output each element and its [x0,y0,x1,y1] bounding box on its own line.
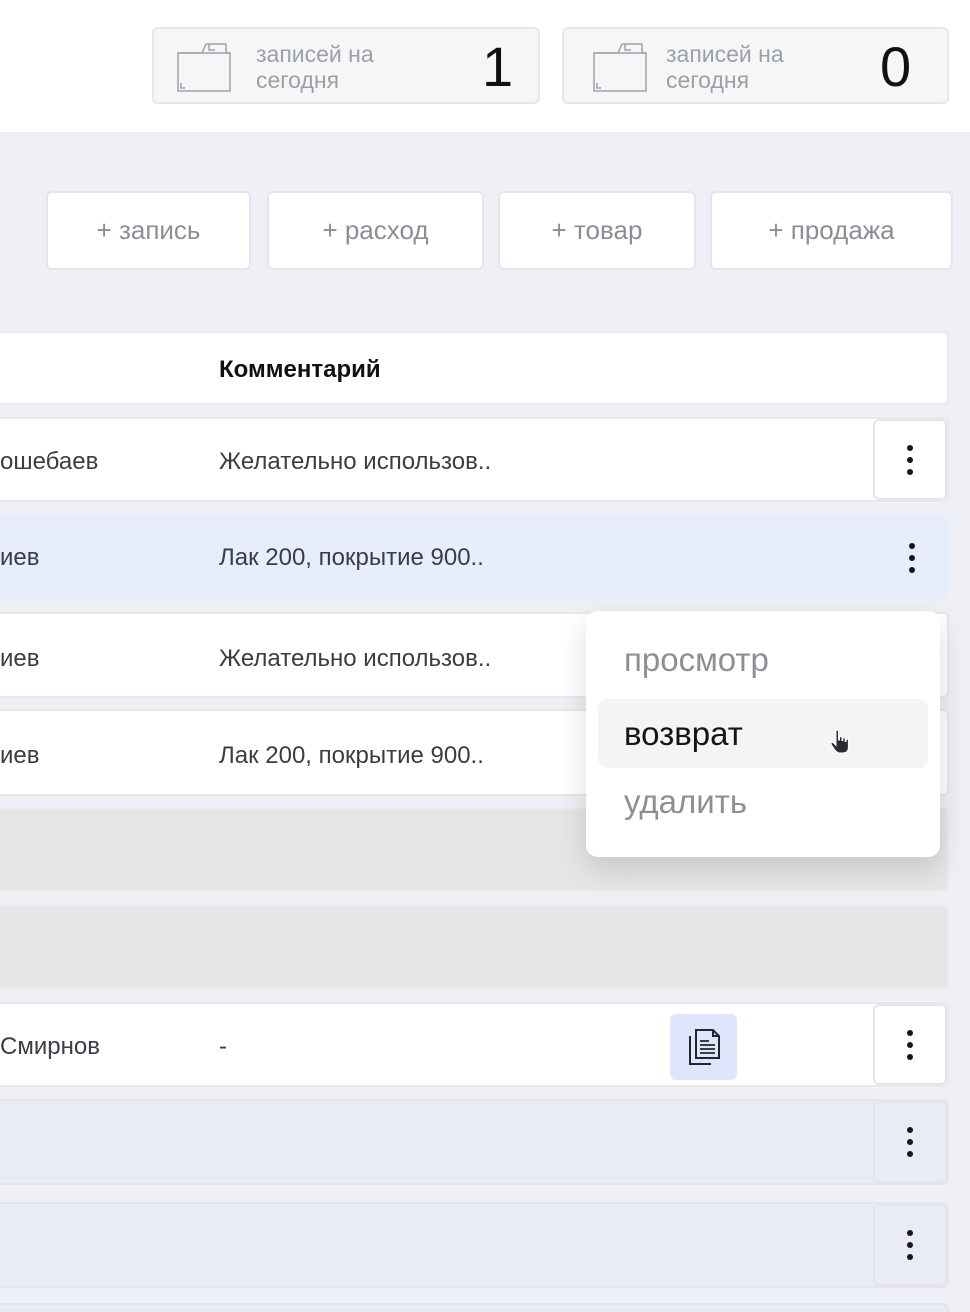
table-header: Комментарий [0,331,949,405]
comment-text: Лак 200, покрытие 900.. [219,544,484,571]
table-row-placeholder [0,904,949,990]
comment-text: Лак 200, покрытие 900.. [219,742,484,769]
column-header-comment: Комментарий [219,356,381,383]
more-vertical-icon [907,1029,913,1060]
top-stats-bar: записей на сегодня 1 записей на сегодня … [0,0,970,132]
comment-text: Желательно использов.. [219,448,492,475]
table-row[interactable] [0,1303,949,1312]
more-vertical-icon [907,1230,913,1260]
more-menu-button[interactable] [875,515,949,600]
add-expense-button[interactable]: + расход [267,191,484,270]
table-row[interactable] [0,1099,949,1185]
more-menu-button[interactable] [873,1204,947,1286]
more-vertical-icon [907,1127,913,1157]
client-name: иев [0,544,40,571]
table-row[interactable]: Смирнов - [0,1002,949,1087]
client-name: ошебаев [0,448,99,475]
comment-text: - [219,1033,227,1060]
menu-item-return[interactable]: возврат [598,699,928,768]
folder-icon [593,43,647,92]
folder-icon [177,43,231,92]
documents-button[interactable] [670,1014,737,1080]
table-row-selected[interactable]: иев Лак 200, покрытие 900.. [0,515,949,600]
hand-cursor-icon [830,729,849,754]
client-name: Смирнов [0,1033,100,1060]
table-row[interactable]: ошебаев Желательно использов.. [0,417,949,502]
stat-value: 0 [880,35,912,98]
stat-label: записей на сегодня [256,41,374,93]
add-sale-button[interactable]: + продажа [710,191,953,270]
add-product-button[interactable]: + товар [498,191,696,270]
comment-text: Желательно использов.. [219,645,492,672]
add-record-button[interactable]: + запись [46,191,251,270]
client-name: иев [0,645,40,672]
row-context-menu: просмотр возврат удалить [586,611,940,857]
documents-icon [688,1029,720,1065]
menu-item-view[interactable]: просмотр [598,625,928,694]
stat-card-2: записей на сегодня 0 [562,27,949,104]
menu-item-delete[interactable]: удалить [598,767,928,836]
more-vertical-icon [907,444,913,475]
more-menu-button[interactable] [873,1004,947,1085]
stat-card-1: записей на сегодня 1 [152,27,540,104]
menu-item-return-label: возврат [624,714,743,752]
client-name: иев [0,742,40,769]
more-menu-button[interactable] [873,1101,947,1183]
table-row[interactable] [0,1202,949,1288]
stat-value: 1 [482,35,514,98]
stat-label: записей на сегодня [666,41,784,93]
more-vertical-icon [909,542,915,573]
more-menu-button[interactable] [873,419,947,500]
